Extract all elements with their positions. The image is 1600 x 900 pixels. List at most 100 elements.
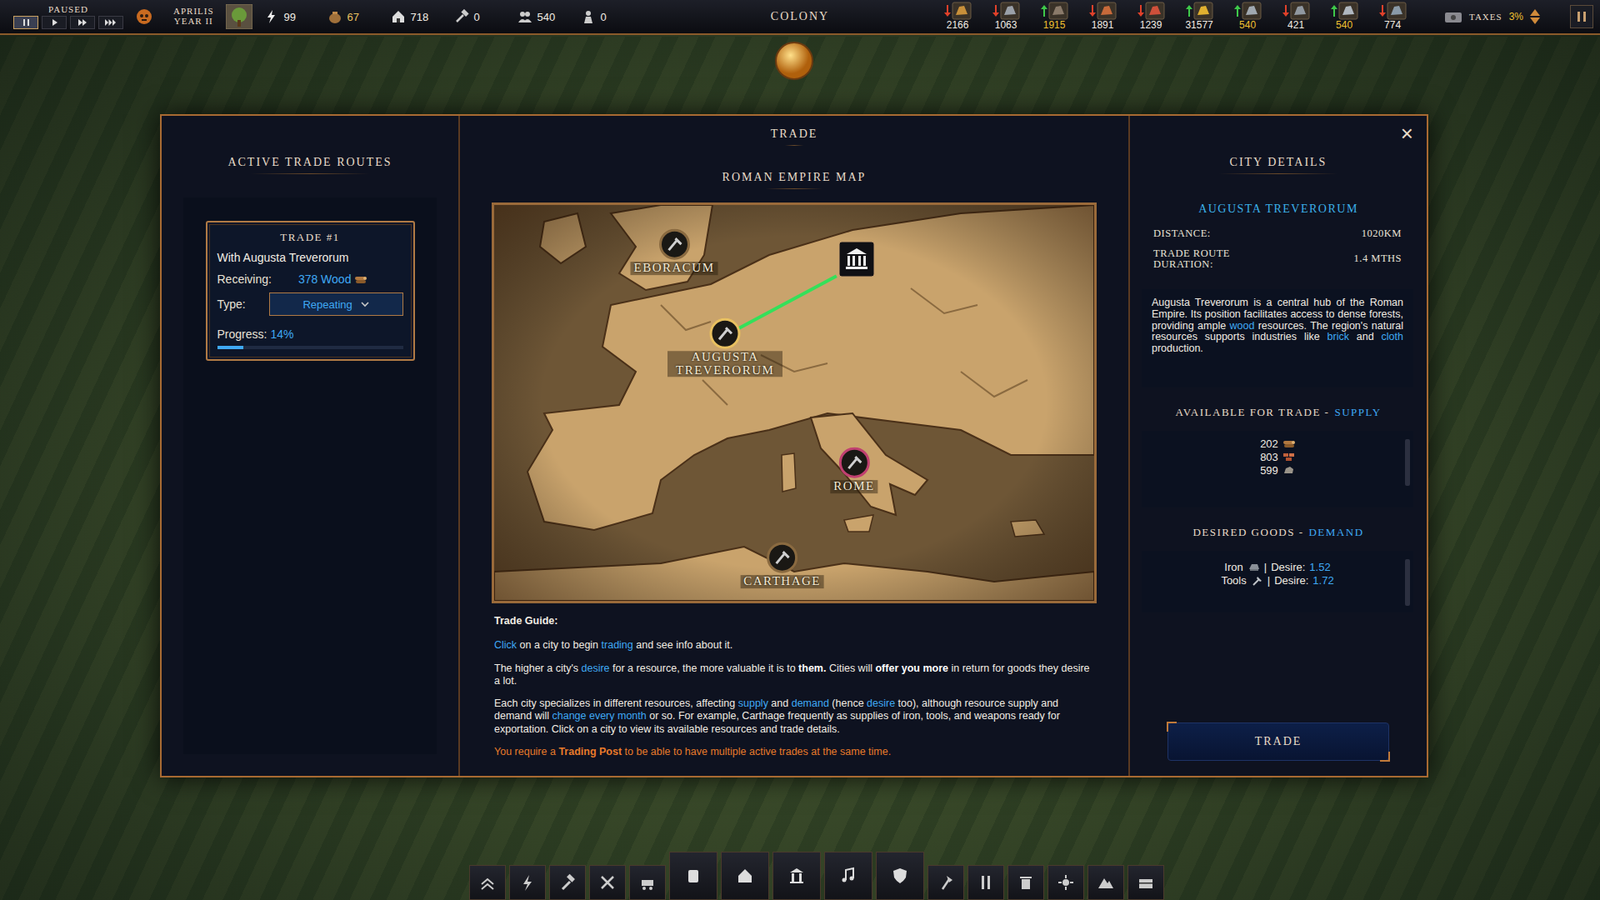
fact-row: DISTANCE:1020KM <box>1153 227 1402 240</box>
chest-tool[interactable] <box>1127 865 1165 900</box>
wood-icon <box>1282 437 1295 450</box>
text-segment: to be able to have multiple active trade… <box>621 745 891 758</box>
fastest-button[interactable] <box>98 15 124 30</box>
resource-item: 774 <box>1370 1 1415 31</box>
axe-tool[interactable] <box>927 865 965 900</box>
hammer-tool[interactable] <box>549 865 586 900</box>
text-segment: for a resource, the more valuable it is … <box>610 662 800 675</box>
build-toolbar <box>469 851 1165 900</box>
resource-head <box>1379 1 1407 20</box>
shield-tool[interactable] <box>875 851 925 900</box>
city-pin[interactable]: AUGUSTA TREVERORUM <box>667 317 783 378</box>
fact-value: 1020KM <box>1361 227 1402 240</box>
stat-value: 540 <box>537 10 556 24</box>
top-bar: PAUSEDAPRILISYEAR II996771805400COLONY21… <box>0 0 1600 35</box>
house-tool[interactable] <box>720 851 770 900</box>
swords-tool[interactable] <box>589 865 626 900</box>
city-facts: DISTANCE:1020KMTRADE ROUTE DURATION:1.4 … <box>1130 215 1427 270</box>
lightning-icon <box>517 872 538 893</box>
cart-tool[interactable] <box>629 865 666 900</box>
shield-icon <box>890 865 910 886</box>
top-bar-right: 2166106319151891123931577540421540774TAX… <box>829 1 1594 31</box>
text-segment: and <box>1349 330 1382 343</box>
empire-map: EBORACUM AUGUSTA TREVERORUM ROMECARTHAGE <box>491 202 1097 604</box>
date-display: APRILISYEAR II <box>173 6 215 26</box>
population-stat: 540 <box>517 9 570 25</box>
house-icon <box>735 865 755 886</box>
chevron-down-icon <box>360 301 370 308</box>
fact-value: 1.4 MTHS <box>1354 252 1402 265</box>
housing-stat: 718 <box>390 9 443 25</box>
text-segment: Each city specializes in different resou… <box>494 697 739 710</box>
city-marker-icon <box>658 228 690 260</box>
sun-emblem-icon <box>772 39 816 83</box>
text-segment: and <box>768 697 792 710</box>
city-name: AUGUSTA TREVERORUM <box>1130 202 1427 216</box>
resource-value: 31577 <box>1185 20 1213 31</box>
trend-up-icon <box>1330 4 1338 18</box>
mountain-tool[interactable] <box>1087 865 1125 900</box>
resource-icon <box>1096 1 1117 20</box>
brick-icon <box>1282 450 1295 464</box>
guide-paragraph: Each city specializes in different resou… <box>494 697 1095 736</box>
paused-label: PAUSED <box>48 4 89 15</box>
trade-route-line <box>494 205 1095 601</box>
text-segment: production. <box>1151 342 1204 355</box>
trade-route-card[interactable]: TRADE #1With Augusta TreverorumReceiving… <box>205 220 415 361</box>
play-button[interactable] <box>41 15 67 30</box>
heading-accent: DEMAND <box>1308 525 1364 540</box>
menu-pause-button[interactable] <box>1570 5 1594 29</box>
scroll-tool[interactable] <box>669 851 718 900</box>
chest-icon <box>1135 872 1156 893</box>
sun-tool[interactable] <box>1047 865 1085 900</box>
stone-icon <box>1282 464 1295 477</box>
progress-label: Progress: <box>217 327 268 341</box>
road-tool[interactable] <box>967 865 1005 900</box>
temple-tool[interactable] <box>772 851 821 900</box>
scrollbar[interactable] <box>1405 559 1410 606</box>
resource-head <box>1040 1 1069 20</box>
supply-list: 202803599 <box>1141 430 1414 508</box>
swords-icon <box>597 872 618 893</box>
fast-button[interactable] <box>70 15 95 30</box>
section-heading: DESIRED GOODS - DEMAND <box>1130 525 1427 540</box>
city-marker-icon <box>709 317 741 350</box>
city-details-panel: CITY DETAILSAUGUSTA TREVERORUMDISTANCE:1… <box>1130 115 1427 776</box>
housing-icon <box>390 9 406 25</box>
hammer-icon <box>557 872 578 893</box>
resource-icon <box>1290 1 1310 20</box>
resource-value: 1891 <box>1091 20 1115 31</box>
lightning-tool[interactable] <box>509 865 546 900</box>
speed-controls: PAUSED <box>6 4 124 30</box>
city-label: AUGUSTA TREVERORUM <box>667 350 783 378</box>
resource-item: 540 <box>1322 1 1366 31</box>
text-segment: trading <box>601 639 634 651</box>
trade-button[interactable]: TRADE <box>1167 722 1390 761</box>
demand-item: Tools|Desire:1.72 <box>1220 574 1334 587</box>
resource-item: 1063 <box>984 1 1028 31</box>
pause-button[interactable] <box>13 15 39 30</box>
taxes-adjust[interactable] <box>1530 9 1540 25</box>
close-button[interactable]: × <box>1400 122 1414 145</box>
active-routes-panel: ACTIVE TRADE ROUTESTRADE #1With Augusta … <box>161 115 459 776</box>
road-icon <box>975 872 996 893</box>
receiving-label: Receiving: <box>217 272 272 286</box>
stat-value: 718 <box>410 10 430 24</box>
text-segment: supply <box>738 697 769 710</box>
resource-icon <box>1338 1 1359 20</box>
supply-amount: 599 <box>1260 464 1279 477</box>
city-pin[interactable]: EBORACUM <box>630 228 718 275</box>
trash-tool[interactable] <box>1007 865 1045 900</box>
city-pin[interactable]: ROME <box>830 446 878 494</box>
heading-text: DESIRED GOODS - <box>1192 525 1304 540</box>
chevrons-tool[interactable] <box>469 865 506 900</box>
music-tool[interactable] <box>824 851 873 900</box>
trend-down-icon <box>992 4 1000 18</box>
trend-up-icon <box>1234 4 1241 18</box>
text-segment: (hence <box>829 697 867 710</box>
city-pin[interactable]: CARTHAGE <box>740 541 825 589</box>
type-dropdown[interactable]: Repeating <box>269 292 404 316</box>
trend-down-icon <box>1089 4 1096 18</box>
text-segment: demand <box>791 697 830 710</box>
scrollbar[interactable] <box>1405 439 1410 486</box>
